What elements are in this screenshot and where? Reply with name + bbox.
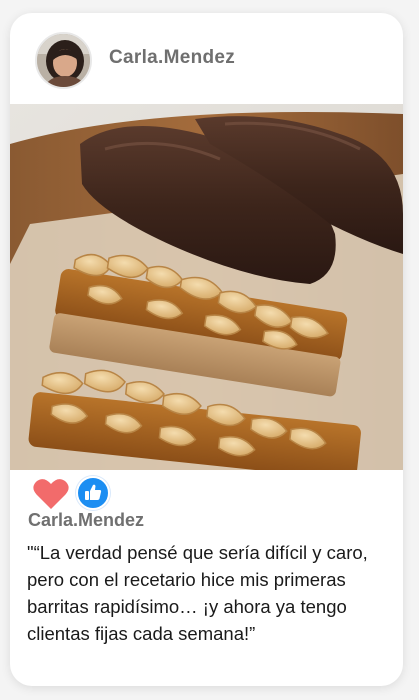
post-header: Carla.Mendez bbox=[10, 13, 403, 105]
testimonial-quote: "“La verdad pensé que sería difícil y ca… bbox=[27, 542, 368, 644]
heart-icon[interactable] bbox=[32, 478, 70, 510]
reactions-bar bbox=[32, 476, 152, 510]
thumbs-up-icon[interactable] bbox=[76, 476, 110, 510]
comment-author[interactable]: Carla.Mendez bbox=[28, 510, 144, 531]
author-name[interactable]: Carla.Mendez bbox=[109, 47, 235, 69]
post-card: Carla.Mendez Carla.Mendez "“La verdad pe… bbox=[10, 13, 403, 686]
avatar[interactable] bbox=[35, 32, 92, 89]
post-photo bbox=[10, 104, 403, 470]
